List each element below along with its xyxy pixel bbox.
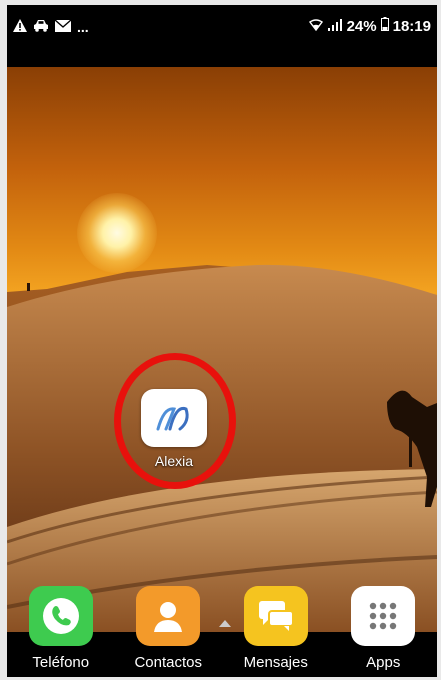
- message-icon: [243, 586, 308, 646]
- wifi-icon: [308, 18, 323, 35]
- signal-icon: [327, 18, 343, 35]
- app-label: Alexia: [154, 453, 194, 469]
- battery-icon: [380, 17, 389, 35]
- dock-item-contacts[interactable]: Contactos: [118, 580, 218, 677]
- contact-icon: [136, 586, 201, 646]
- more-notifications: ...: [77, 19, 89, 35]
- car-icon: [33, 19, 49, 35]
- phone-screen: ... 24% 18:19 Alexia Teléfono Contactos …: [7, 5, 437, 677]
- warning-icon: [13, 19, 27, 35]
- desert-dunes: [7, 264, 437, 632]
- battery-percent: 24%: [346, 17, 377, 35]
- clock: 18:19: [392, 17, 431, 35]
- dock-label: Contactos: [134, 654, 203, 671]
- dock-item-apps[interactable]: Apps: [333, 580, 433, 677]
- system-status: 24% 18:19: [308, 17, 431, 35]
- phone-icon: [28, 586, 93, 646]
- dock-item-phone[interactable]: Teléfono: [11, 580, 111, 677]
- dock-label: Mensajes: [243, 654, 308, 671]
- alexia-logo-icon: [141, 389, 207, 447]
- notification-icons: ...: [13, 19, 89, 35]
- dock-label: Teléfono: [32, 654, 90, 671]
- app-icon-alexia[interactable]: Alexia: [137, 389, 211, 469]
- status-bar: ... 24% 18:19: [7, 5, 437, 61]
- dock: Teléfono Contactos Mensajes Apps: [7, 580, 437, 677]
- mail-icon: [54, 19, 72, 35]
- dock-label: Apps: [366, 654, 401, 671]
- wallpaper: Alexia: [7, 67, 437, 632]
- dock-item-messages[interactable]: Mensajes: [226, 580, 326, 677]
- apps-grid-icon: [351, 586, 416, 646]
